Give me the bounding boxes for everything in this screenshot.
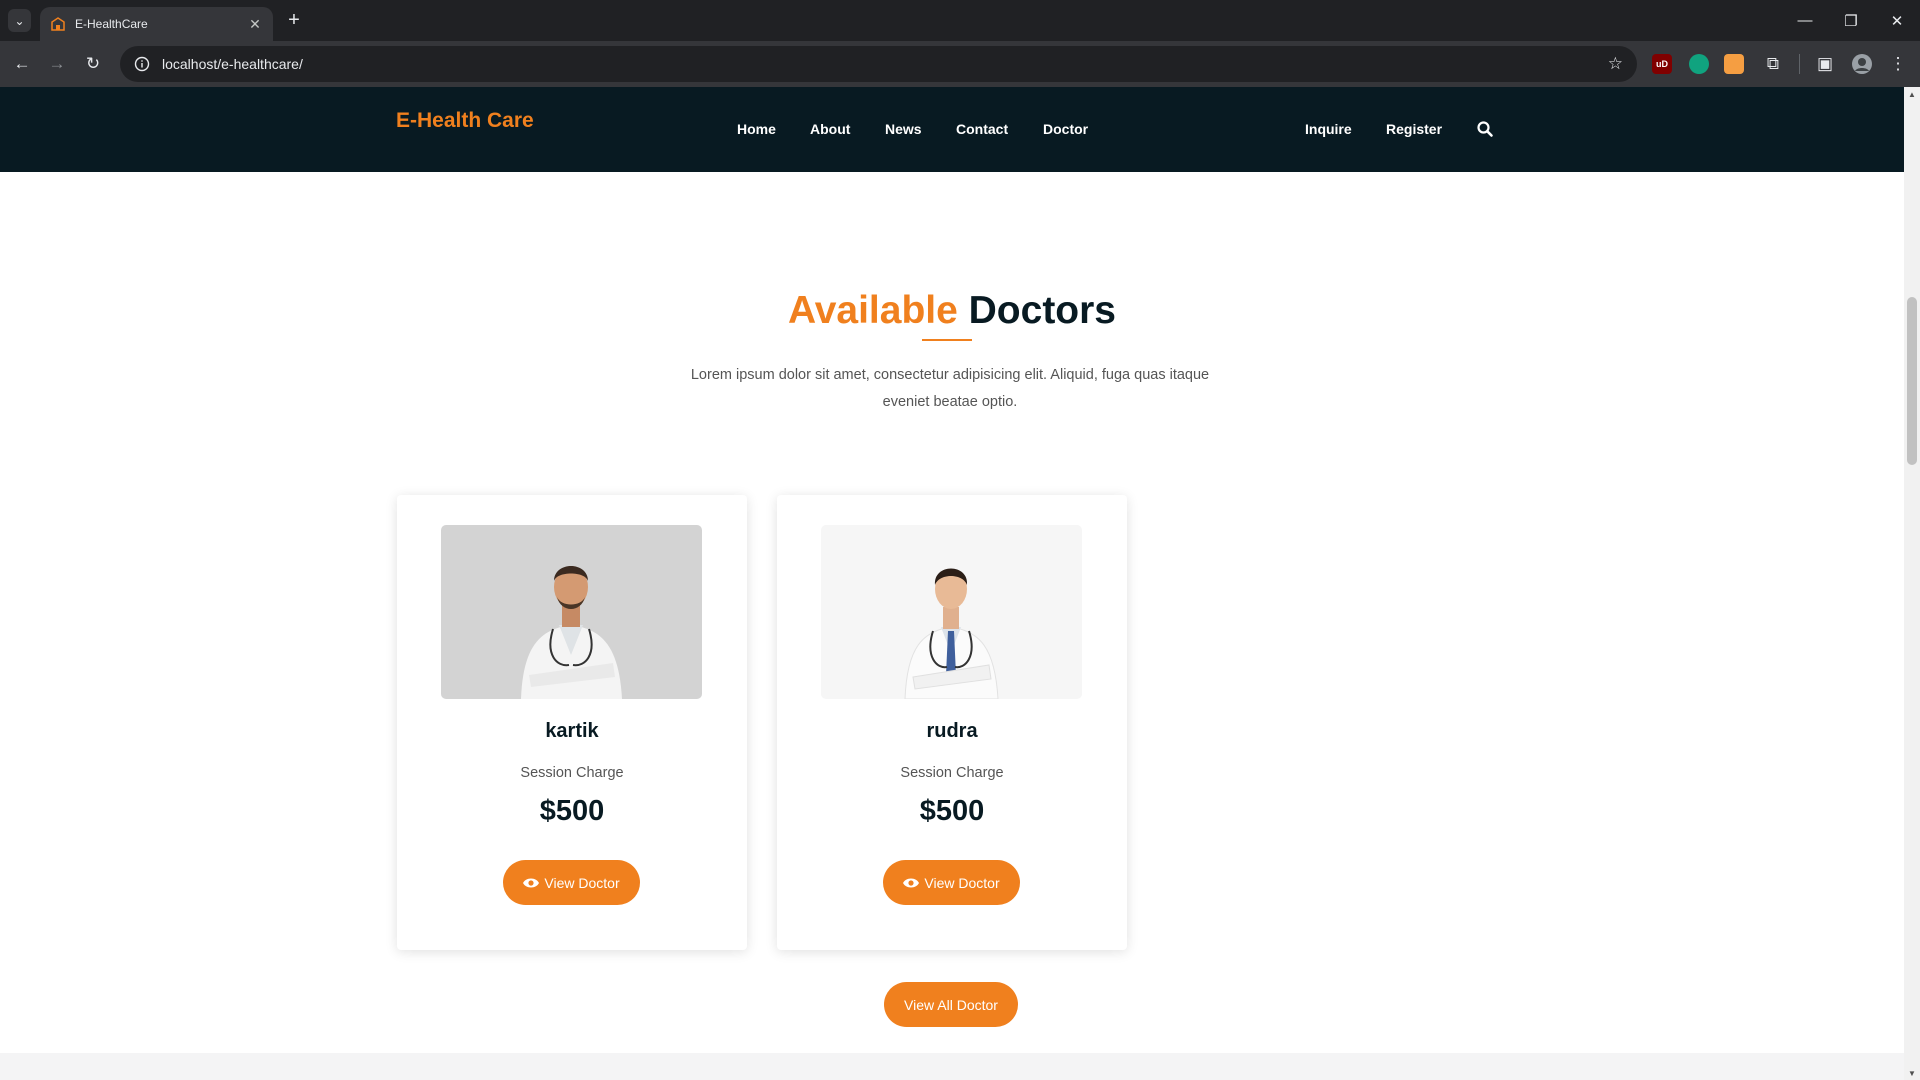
profile-avatar[interactable]: [1849, 51, 1875, 77]
back-arrow-icon[interactable]: ←: [9, 51, 35, 77]
next-section-edge: [0, 1053, 1904, 1080]
session-charge-label: Session Charge: [900, 765, 1004, 781]
browser-menu-icon[interactable]: ⋮: [1885, 51, 1911, 77]
doctor-name: rudra: [926, 720, 978, 742]
session-charge-label: Session Charge: [520, 765, 624, 781]
reload-icon[interactable]: ↻: [80, 51, 106, 77]
session-price: $500: [539, 795, 605, 827]
new-tab-button[interactable]: +: [282, 8, 306, 32]
toolbar-divider: [1799, 54, 1800, 74]
tab-close-icon[interactable]: ✕: [247, 16, 263, 32]
nav-register[interactable]: Register: [1386, 121, 1442, 137]
nav-contact[interactable]: Contact: [956, 121, 1008, 137]
site-info-icon[interactable]: [124, 46, 160, 82]
window-close-icon[interactable]: ✕: [1874, 0, 1920, 41]
scroll-down-arrow-icon[interactable]: ▼: [1904, 1066, 1920, 1080]
view-all-doctor-button[interactable]: View All Doctor: [884, 982, 1018, 1027]
section-title-rest: Doctors: [968, 289, 1116, 332]
search-icon[interactable]: [1476, 120, 1494, 138]
tab-title: E-HealthCare: [75, 17, 148, 31]
view-doctor-button[interactable]: View Doctor: [503, 860, 640, 905]
scroll-up-arrow-icon[interactable]: ▲: [1904, 87, 1920, 101]
section-title-accent: Available: [787, 289, 958, 332]
ublock-icon[interactable]: uD: [1652, 54, 1672, 74]
extension-orange-icon[interactable]: [1724, 54, 1744, 74]
eye-icon: [903, 878, 920, 887]
doctor-card: kartik Session Charge $500 View Doctor: [397, 495, 747, 950]
browser-toolbar: ← → ↻ localhost/e-healthcare/ ☆ uD ⧉ ▣ ⋮: [0, 41, 1920, 87]
view-doctor-label: View Doctor: [544, 874, 620, 891]
nav-home[interactable]: Home: [737, 121, 776, 137]
section-title: Available Doctors: [0, 289, 1904, 333]
scrollbar-thumb[interactable]: [1907, 297, 1917, 465]
tab-search-icon[interactable]: ⌄: [8, 9, 31, 32]
page-scrollbar[interactable]: ▲ ▼: [1904, 87, 1920, 1080]
browser-tab[interactable]: E-HealthCare ✕: [40, 7, 273, 41]
doctor-card: rudra Session Charge $500 View Doctor: [777, 495, 1127, 950]
doctor-photo: [441, 525, 702, 699]
title-underline: [922, 339, 972, 341]
nav-about[interactable]: About: [810, 121, 850, 137]
view-doctor-button[interactable]: View Doctor: [883, 860, 1020, 905]
doctor-photo: [821, 525, 1082, 699]
side-panel-icon[interactable]: ▣: [1812, 51, 1838, 77]
site-navbar: E-Health Care Home About News Contact Do…: [0, 87, 1904, 172]
eye-icon: [523, 878, 540, 887]
site-logo[interactable]: E-Health Care: [396, 109, 534, 133]
nav-inquire[interactable]: Inquire: [1305, 121, 1352, 137]
extensions-puzzle-icon[interactable]: ⧉: [1760, 51, 1786, 77]
minimize-icon[interactable]: —: [1782, 0, 1828, 41]
page-viewport: E-Health Care Home About News Contact Do…: [0, 87, 1904, 1080]
forward-arrow-icon[interactable]: →: [44, 51, 70, 77]
hospital-favicon-icon: [50, 16, 66, 32]
url-text: localhost/e-healthcare/: [162, 56, 303, 72]
view-doctor-label: View Doctor: [924, 874, 1000, 891]
section-intro: Lorem ipsum dolor sit amet, consectetur …: [690, 367, 1210, 410]
address-bar[interactable]: localhost/e-healthcare/ ☆: [120, 46, 1637, 82]
chatgpt-icon[interactable]: [1689, 54, 1709, 74]
restore-icon[interactable]: ❐: [1828, 0, 1874, 41]
bookmark-star-icon[interactable]: ☆: [1608, 54, 1623, 74]
browser-tabstrip: ⌄ E-HealthCare ✕ + — ❐ ✕: [0, 0, 1920, 41]
doctor-name: kartik: [545, 720, 599, 742]
nav-news[interactable]: News: [885, 121, 922, 137]
nav-doctor[interactable]: Doctor: [1043, 121, 1088, 137]
session-price: $500: [919, 795, 985, 827]
